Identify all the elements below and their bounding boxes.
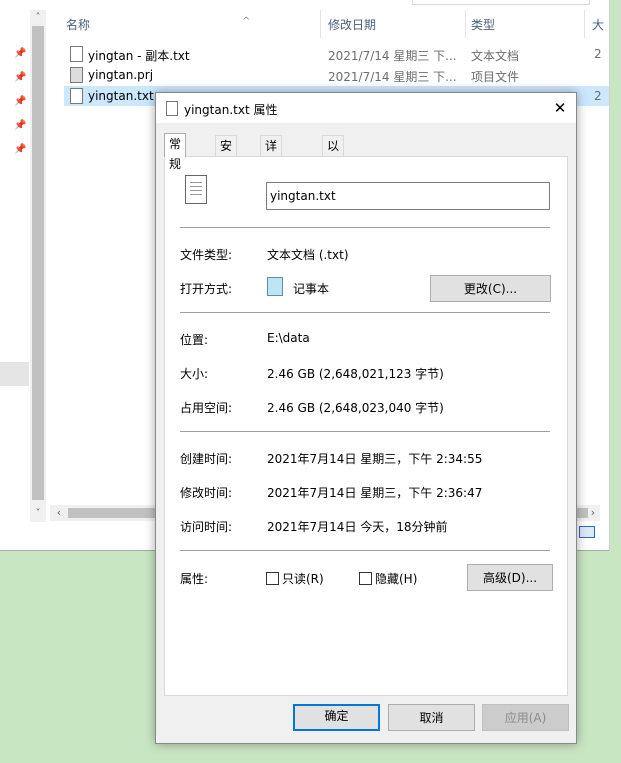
nav-selected-item[interactable] — [0, 362, 29, 386]
vertical-scrollbar[interactable]: ˄ ˅ — [30, 10, 46, 522]
change-button[interactable]: 更改(C)... — [430, 275, 551, 302]
filename-input[interactable] — [266, 182, 550, 210]
tab-details[interactable]: 详细信息 — [260, 135, 283, 213]
pin-icon[interactable]: 📌 — [14, 144, 26, 155]
dialog-title: yingtan.txt 属性 — [184, 103, 278, 117]
column-header: ^ 名称 修改日期 类型 大 — [56, 10, 616, 38]
details-view-icon[interactable] — [579, 526, 595, 538]
notepad-icon — [267, 277, 283, 296]
text-file-icon — [70, 88, 83, 104]
readonly-label: 只读(R) — [282, 572, 324, 586]
text-file-icon — [166, 101, 178, 116]
tab-previous-versions[interactable]: 以前的版本 — [322, 135, 345, 233]
type-value: 文本文档 (.txt) — [267, 248, 349, 262]
project-file-icon — [70, 67, 83, 83]
disk-size-label: 占用空间: — [180, 401, 233, 415]
attributes-label: 属性: — [180, 572, 209, 586]
type-label: 文件类型: — [180, 248, 233, 262]
file-name: yingtan.txt — [88, 89, 154, 103]
column-type[interactable]: 类型 — [471, 16, 495, 33]
search-box-edge — [412, 0, 590, 5]
close-button[interactable]: ✕ — [544, 93, 576, 123]
pin-icon[interactable]: 📌 — [14, 96, 26, 107]
readonly-checkbox[interactable]: 只读(R) — [266, 570, 324, 587]
column-name[interactable]: 名称 — [66, 16, 90, 33]
tab-security[interactable]: 安全 — [215, 135, 238, 173]
created-label: 创建时间: — [180, 452, 233, 466]
hidden-label: 隐藏(H) — [375, 572, 418, 586]
ok-button[interactable]: 确定 — [293, 704, 380, 731]
scroll-up-icon[interactable]: ˄ — [30, 10, 46, 26]
text-file-icon — [185, 175, 207, 204]
properties-dialog: yingtan.txt 属性 ✕ 常规 安全 详细信息 以前的版本 文件类型: … — [155, 92, 577, 744]
file-row[interactable]: yingtan - 副本.txt 2021/7/14 星期三 下... 文本文档… — [64, 44, 609, 64]
disk-size-value: 2.46 GB (2,648,023,040 字节) — [267, 401, 444, 415]
file-type: 项目文件 — [471, 70, 520, 84]
column-date[interactable]: 修改日期 — [328, 16, 376, 33]
checkbox-icon[interactable] — [359, 572, 372, 585]
hidden-checkbox[interactable]: 隐藏(H) — [359, 570, 417, 587]
file-name: yingtan - 副本.txt — [88, 49, 190, 63]
open-with-label: 打开方式: — [180, 282, 233, 296]
checkbox-icon[interactable] — [266, 572, 279, 585]
created-value: 2021年7月14日 星期三，下午 2:34:55 — [267, 452, 483, 466]
location-label: 位置: — [180, 333, 209, 347]
open-with-value: 记事本 — [293, 282, 330, 296]
sort-ascending-icon: ^ — [242, 16, 251, 27]
dialog-titlebar[interactable]: yingtan.txt 属性 ✕ — [156, 93, 576, 123]
file-date: 2021/7/14 星期三 下... — [328, 49, 457, 63]
scroll-right-icon[interactable]: › — [586, 505, 600, 521]
modified-label: 修改时间: — [180, 486, 233, 500]
file-name: yingtan.prj — [88, 68, 154, 82]
navigation-pane: 📌 📌 📌 📌 📌 — [0, 0, 29, 550]
pin-icon[interactable]: 📌 — [14, 72, 26, 83]
pin-icon[interactable]: 📌 — [14, 48, 26, 59]
column-size[interactable]: 大 — [592, 16, 604, 33]
text-file-icon — [70, 46, 83, 62]
scroll-thumb[interactable] — [32, 26, 44, 500]
apply-button[interactable]: 应用(A) — [482, 704, 569, 731]
size-value: 2.46 GB (2,648,021,123 字节) — [267, 367, 444, 381]
cancel-button[interactable]: 取消 — [388, 704, 475, 731]
scroll-left-icon[interactable]: ‹ — [52, 505, 66, 521]
modified-value: 2021年7月14日 星期三，下午 2:36:47 — [267, 486, 483, 500]
size-label: 大小: — [180, 367, 209, 381]
file-size: 2 — [594, 47, 602, 61]
pin-icon[interactable]: 📌 — [14, 120, 26, 131]
general-tab-panel: 文件类型: 文本文档 (.txt) 打开方式: 记事本 更改(C)... 位置:… — [164, 156, 568, 696]
tab-general[interactable]: 常规 — [164, 133, 187, 171]
location-value: E:\data — [267, 331, 310, 345]
file-size: 2 — [594, 89, 602, 103]
advanced-button[interactable]: 高级(D)... — [467, 564, 553, 591]
file-date: 2021/7/14 星期三 下... — [328, 70, 457, 84]
accessed-label: 访问时间: — [180, 520, 233, 534]
accessed-value: 2021年7月14日 今天，18分钟前 — [267, 520, 448, 534]
scroll-down-icon[interactable]: ˅ — [30, 506, 46, 522]
file-type: 文本文档 — [471, 49, 520, 63]
file-row[interactable]: yingtan.prj 2021/7/14 星期三 下... 项目文件 — [64, 65, 609, 85]
